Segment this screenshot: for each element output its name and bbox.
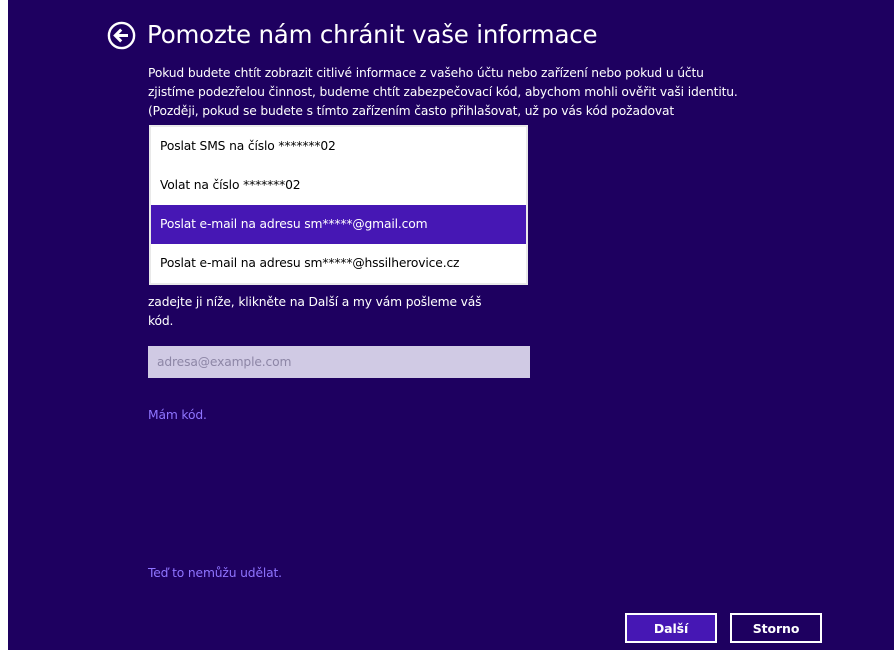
back-arrow-circle-icon — [107, 21, 136, 50]
cancel-button[interactable]: Storno — [730, 613, 822, 643]
dropdown-option-email-gmail[interactable]: Poslat e-mail na adresu sm*****@gmail.co… — [151, 205, 526, 244]
setup-page: Pomozte nám chránit vaše informace Pokud… — [8, 0, 894, 650]
back-button[interactable] — [107, 21, 136, 50]
description-line: Pokud budete chtít zobrazit citlivé info… — [148, 66, 704, 80]
description-line: zjistíme podezřelou činnost, budeme chtí… — [148, 85, 738, 99]
instruction-text: zadejte ji níže, klikněte na Další a my … — [148, 293, 528, 331]
description-line: (Později, pokud se budete s tímto zaříze… — [148, 104, 675, 118]
verification-method-dropdown: Poslat SMS na číslo *******02 Volat na č… — [149, 125, 528, 285]
instruction-line: zadejte ji níže, klikněte na Další a my … — [148, 295, 482, 309]
dropdown-option-call[interactable]: Volat na číslo *******02 — [151, 166, 526, 205]
have-code-link[interactable]: Mám kód. — [148, 406, 207, 425]
dropdown-option-sms[interactable]: Poslat SMS na číslo *******02 — [151, 127, 526, 166]
email-field[interactable] — [148, 346, 530, 378]
dropdown-option-email-school[interactable]: Poslat e-mail na adresu sm*****@hssilher… — [151, 244, 526, 283]
instruction-line: kód. — [148, 314, 174, 328]
cant-do-now-link[interactable]: Teď to nemůžu udělat. — [148, 564, 282, 583]
next-button[interactable]: Další — [625, 613, 717, 643]
page-title: Pomozte nám chránit vaše informace — [147, 20, 598, 49]
description-text: Pokud budete chtít zobrazit citlivé info… — [148, 64, 808, 121]
